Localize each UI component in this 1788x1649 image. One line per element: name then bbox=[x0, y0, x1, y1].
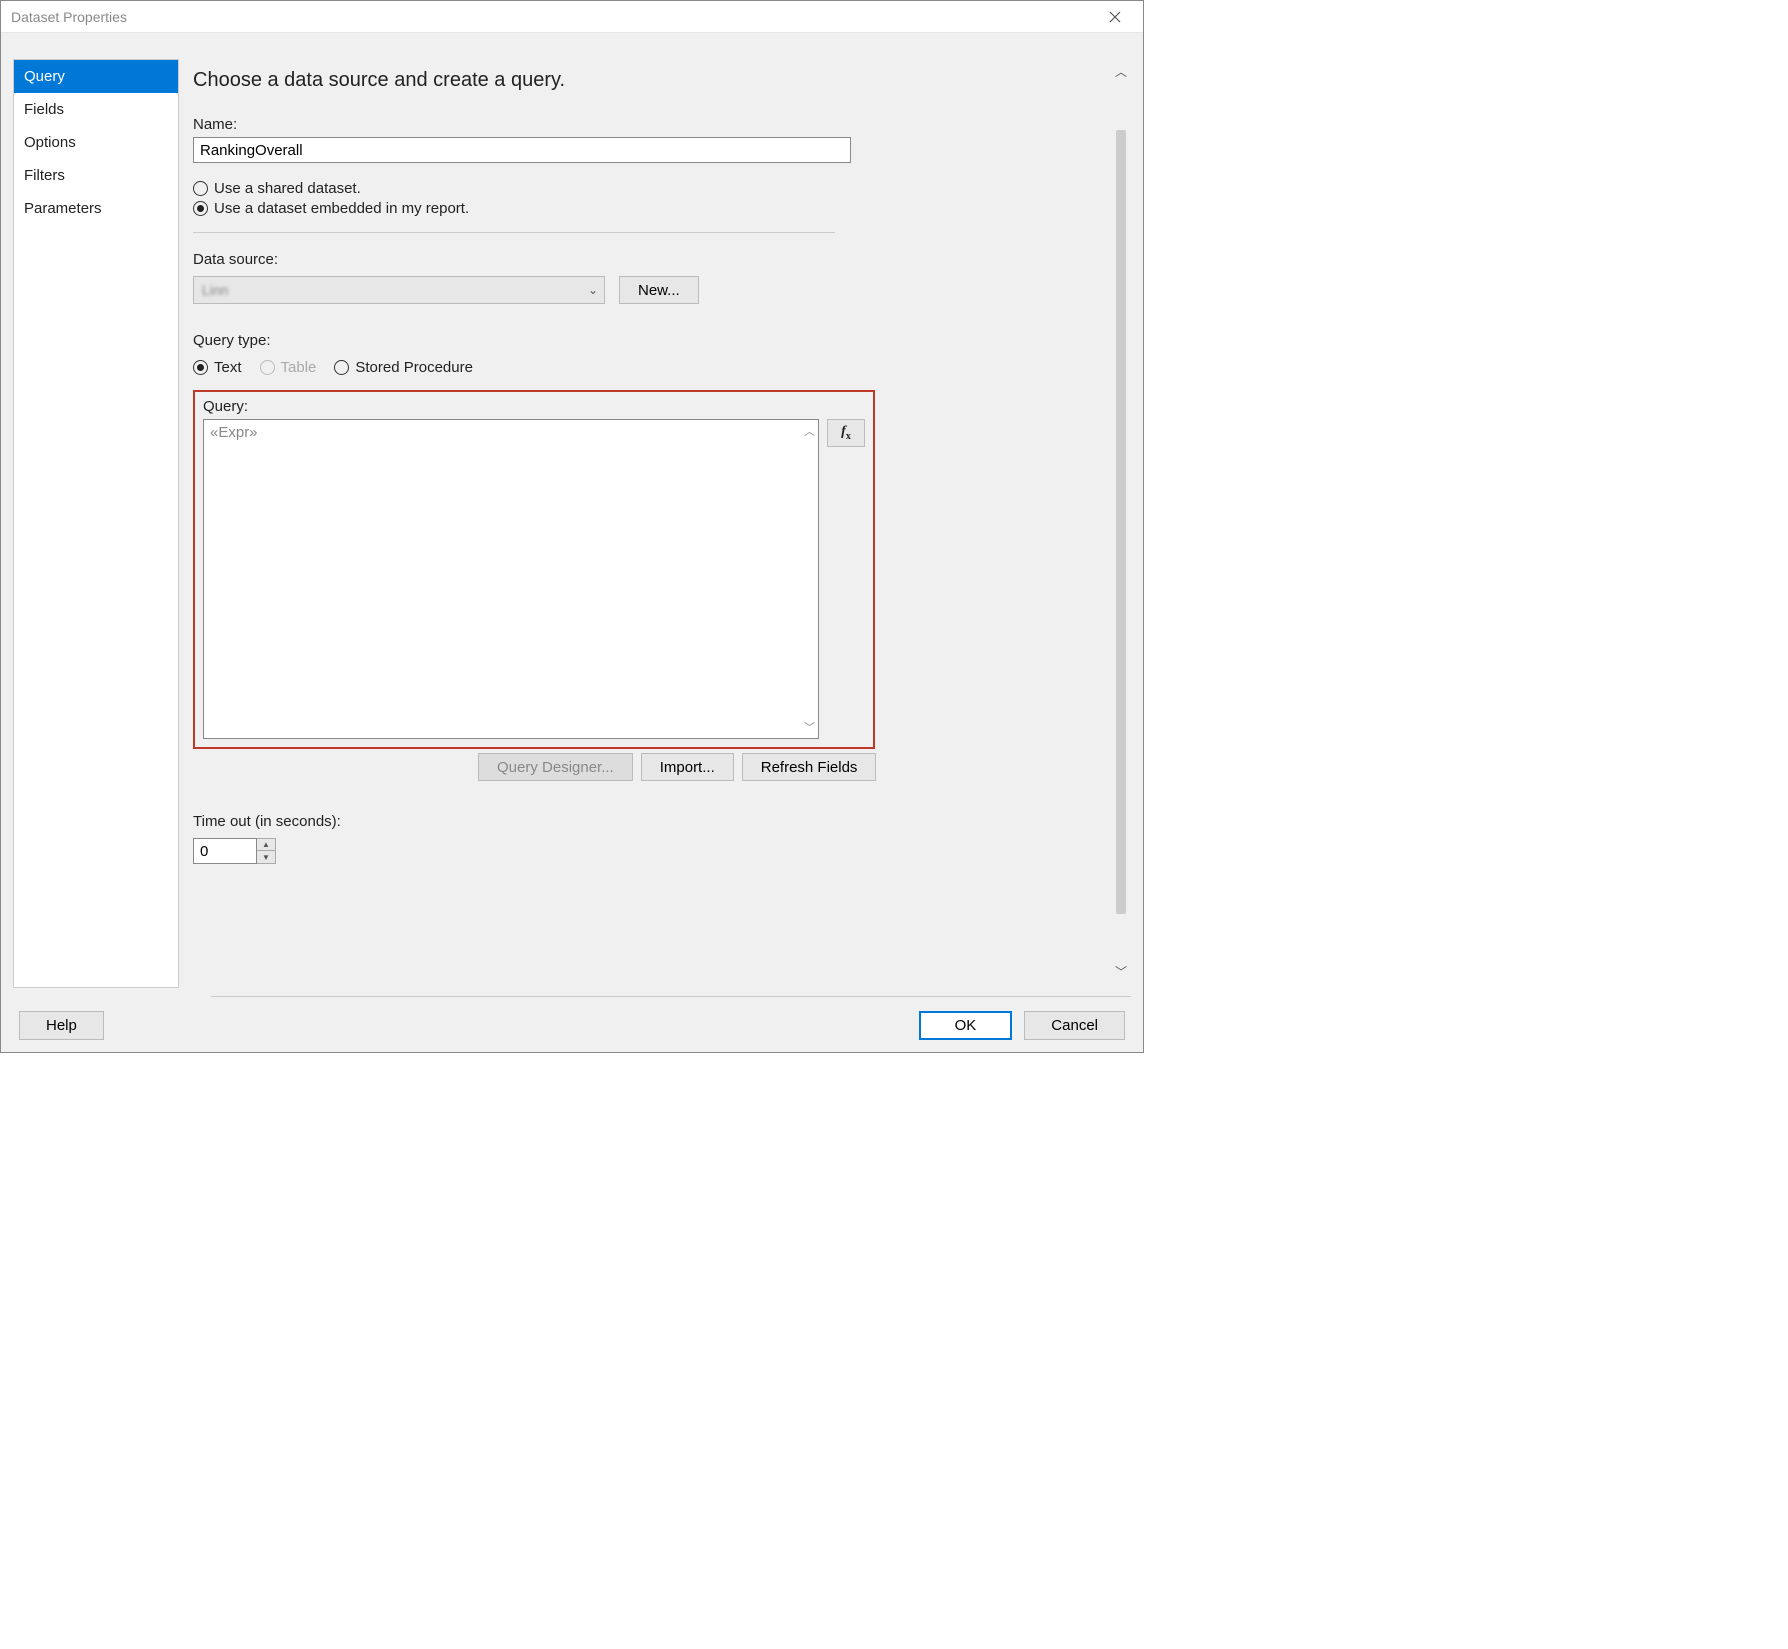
datasource-dropdown[interactable]: Linn ⌄ bbox=[193, 276, 605, 304]
scroll-down-icon[interactable]: ﹀ bbox=[804, 719, 815, 735]
sidebar-item-label: Filters bbox=[24, 167, 65, 184]
sidebar-item-query[interactable]: Query bbox=[14, 60, 178, 93]
window-title: Dataset Properties bbox=[11, 9, 127, 25]
scroll-up-icon[interactable]: ︿ bbox=[804, 423, 815, 439]
ok-button[interactable]: OK bbox=[919, 1011, 1013, 1040]
radio-label: Use a shared dataset. bbox=[214, 180, 361, 197]
content-scrollbar[interactable]: ︿ ﹀ bbox=[1111, 59, 1131, 988]
sidebar: Query Fields Options Filters Parameters bbox=[13, 59, 179, 988]
dialog-window: Dataset Properties Query Fields Options … bbox=[0, 0, 1144, 1053]
titlebar: Dataset Properties bbox=[1, 1, 1143, 33]
expression-fx-button[interactable]: fx bbox=[827, 419, 865, 447]
sidebar-item-label: Parameters bbox=[24, 200, 102, 217]
radio-icon bbox=[193, 201, 208, 216]
scroll-thumb[interactable] bbox=[1116, 130, 1126, 914]
query-type-label: Query type: bbox=[193, 332, 1091, 349]
radio-query-type-table: Table bbox=[260, 359, 317, 376]
radio-embedded-dataset[interactable]: Use a dataset embedded in my report. bbox=[193, 200, 1091, 217]
radio-icon bbox=[193, 360, 208, 375]
dialog-body: Query Fields Options Filters Parameters … bbox=[1, 33, 1143, 1052]
sidebar-item-label: Options bbox=[24, 134, 76, 151]
radio-query-type-text[interactable]: Text bbox=[193, 359, 242, 376]
query-textarea-wrap: ︿ ﹀ bbox=[203, 419, 819, 739]
radio-label: Use a dataset embedded in my report. bbox=[214, 200, 469, 217]
spinner-buttons: ▲ ▼ bbox=[257, 838, 276, 864]
refresh-fields-button[interactable]: Refresh Fields bbox=[742, 753, 877, 781]
chevron-down-icon: ⌄ bbox=[588, 283, 598, 297]
timeout-input[interactable] bbox=[193, 838, 257, 864]
query-label: Query: bbox=[203, 398, 865, 415]
timeout-label: Time out (in seconds): bbox=[193, 813, 1091, 830]
query-buttons-row: Query Designer... Import... Refresh Fiel… bbox=[478, 753, 1091, 781]
radio-label: Stored Procedure bbox=[355, 359, 473, 376]
datasource-label: Data source: bbox=[193, 251, 1091, 268]
cancel-button[interactable]: Cancel bbox=[1024, 1011, 1125, 1040]
page-heading: Choose a data source and create a query. bbox=[193, 69, 1091, 92]
new-datasource-button[interactable]: New... bbox=[619, 276, 699, 304]
query-type-group: Text Table Stored Procedure bbox=[193, 359, 1091, 376]
radio-icon bbox=[193, 181, 208, 196]
datasource-row: Linn ⌄ New... bbox=[193, 276, 1091, 304]
datasource-value: Linn bbox=[202, 282, 228, 298]
dataset-mode-group: Use a shared dataset. Use a dataset embe… bbox=[193, 177, 1091, 220]
query-textarea[interactable] bbox=[203, 419, 819, 739]
sidebar-item-parameters[interactable]: Parameters bbox=[14, 192, 178, 225]
footer-divider bbox=[211, 996, 1131, 997]
spinner-down-button[interactable]: ▼ bbox=[257, 851, 275, 863]
radio-shared-dataset[interactable]: Use a shared dataset. bbox=[193, 180, 1091, 197]
divider bbox=[193, 232, 835, 233]
name-label: Name: bbox=[193, 116, 1091, 133]
query-row: ︿ ﹀ fx bbox=[203, 419, 865, 739]
scroll-up-icon[interactable]: ︿ bbox=[1115, 63, 1127, 80]
close-icon bbox=[1109, 11, 1121, 23]
sidebar-item-label: Query bbox=[24, 68, 65, 85]
radio-icon bbox=[334, 360, 349, 375]
sidebar-item-label: Fields bbox=[24, 101, 64, 118]
sidebar-item-filters[interactable]: Filters bbox=[14, 159, 178, 192]
content-panel: Choose a data source and create a query.… bbox=[193, 59, 1095, 988]
sidebar-item-fields[interactable]: Fields bbox=[14, 93, 178, 126]
query-highlight-box: Query: ︿ ﹀ fx bbox=[193, 390, 875, 749]
footer-right: OK Cancel bbox=[919, 1011, 1125, 1040]
main-row: Query Fields Options Filters Parameters … bbox=[13, 33, 1131, 988]
close-button[interactable] bbox=[1095, 3, 1135, 31]
fx-icon: fx bbox=[841, 424, 851, 442]
dialog-footer: Help OK Cancel bbox=[13, 1011, 1131, 1040]
radio-query-type-sp[interactable]: Stored Procedure bbox=[334, 359, 473, 376]
spinner-up-button[interactable]: ▲ bbox=[257, 839, 275, 851]
scroll-down-icon[interactable]: ﹀ bbox=[1115, 963, 1127, 980]
sidebar-item-options[interactable]: Options bbox=[14, 126, 178, 159]
radio-label: Table bbox=[281, 359, 317, 376]
timeout-spinner: ▲ ▼ bbox=[193, 838, 1091, 864]
import-button[interactable]: Import... bbox=[641, 753, 734, 781]
radio-icon bbox=[260, 360, 275, 375]
name-input[interactable] bbox=[193, 137, 851, 163]
query-designer-button: Query Designer... bbox=[478, 753, 633, 781]
help-button[interactable]: Help bbox=[19, 1011, 104, 1040]
radio-label: Text bbox=[214, 359, 242, 376]
